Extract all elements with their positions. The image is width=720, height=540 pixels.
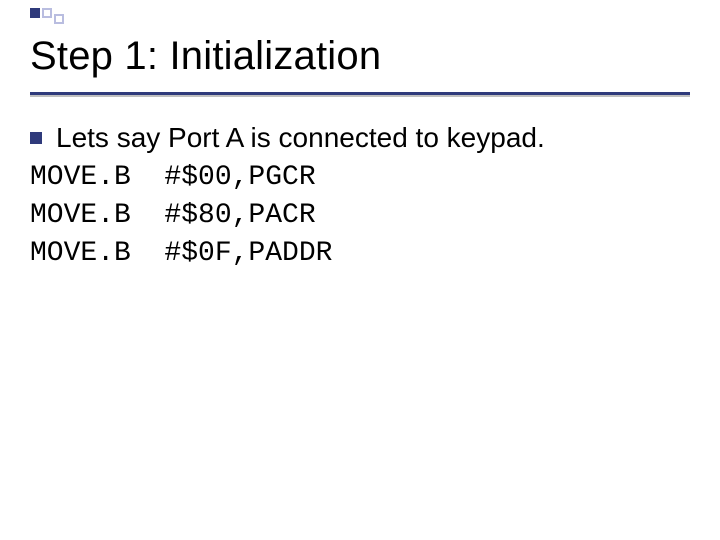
bullet-item: Lets say Port A is connected to keypad. (30, 120, 690, 155)
code-line-2: MOVE.B #$80,PACR (30, 197, 690, 235)
accent-square-solid (30, 8, 40, 18)
square-bullet-icon (30, 132, 42, 144)
bullet-text: Lets say Port A is connected to keypad. (56, 120, 545, 155)
accent-squares (30, 8, 64, 24)
accent-square-open (42, 8, 52, 18)
code-line-3: MOVE.B #$0F,PADDR (30, 235, 690, 273)
title-underline (30, 92, 690, 95)
accent-square-open-offset (54, 14, 64, 24)
slide-title: Step 1: Initialization (30, 34, 381, 79)
code-line-1: MOVE.B #$00,PGCR (30, 159, 690, 197)
slide: Step 1: Initialization Lets say Port A i… (0, 0, 720, 540)
slide-body: Lets say Port A is connected to keypad. … (30, 120, 690, 272)
